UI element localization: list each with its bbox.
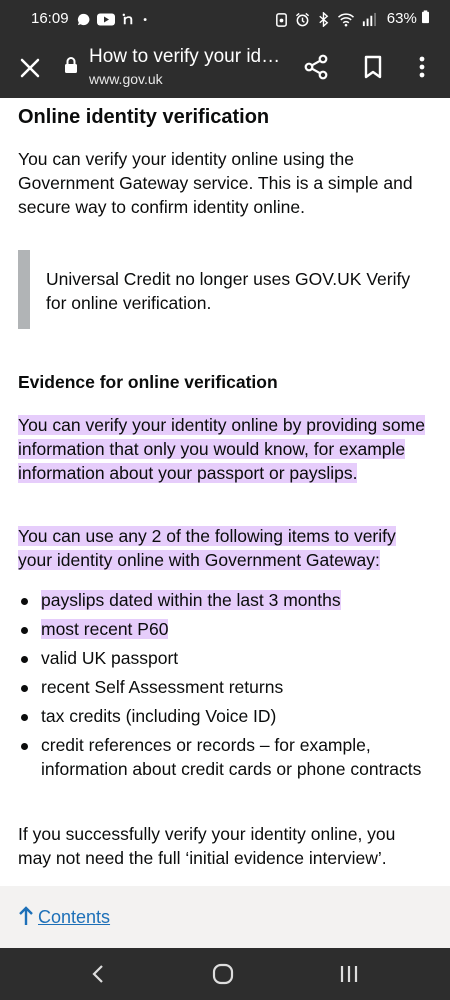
recents-icon[interactable]: [338, 963, 360, 985]
chat-bubble-icon: [77, 13, 90, 26]
highlighted-text: You can verify your identity online by p…: [18, 415, 425, 483]
battery-percent: 63%: [386, 10, 417, 27]
list-item: valid UK passport: [18, 647, 428, 671]
list-item: payslips dated within the last 3 months: [18, 589, 428, 613]
subsection-heading: Evidence for online verification: [18, 372, 278, 392]
alarm-lock-icon: [276, 13, 287, 27]
youtube-icon: [97, 13, 115, 26]
list-item: tax credits (including Voice ID): [18, 705, 428, 729]
highlighted-text: most recent P60: [41, 619, 169, 639]
list-item: recent Self Assessment returns: [18, 676, 428, 700]
system-icons: [274, 12, 376, 27]
dot-icon: [143, 18, 147, 21]
list-item: most recent P60: [18, 618, 428, 642]
lock-icon: [65, 57, 77, 73]
bookmark-icon[interactable]: [361, 54, 385, 80]
close-icon[interactable]: [18, 56, 42, 80]
outro-paragraph: If you successfully verify your identity…: [18, 824, 396, 868]
items-intro-paragraph: You can use any 2 of the following items…: [18, 524, 428, 572]
signal-icon: [362, 12, 376, 27]
section-heading: Online identity verification: [18, 106, 270, 128]
evidence-paragraph: You can verify your identity online by p…: [18, 413, 428, 485]
share-icon[interactable]: [303, 54, 329, 80]
browser-toolbar: How to verify your identity www.gov.uk: [0, 40, 450, 98]
more-menu-icon[interactable]: [412, 54, 432, 80]
bluetooth-icon: [319, 12, 329, 27]
inset-notice: Universal Credit no longer uses GOV.UK V…: [18, 250, 430, 329]
page-title[interactable]: How to verify your identity: [89, 46, 284, 68]
back-icon[interactable]: [88, 962, 108, 986]
arrow-up-icon: [19, 906, 33, 925]
list-item: credit references or records – for examp…: [18, 734, 428, 781]
app-n-icon: [122, 13, 133, 25]
contents-link[interactable]: Contents: [38, 907, 110, 928]
wifi-icon: [337, 13, 355, 27]
status-time: 16:09: [31, 10, 69, 27]
alarm-icon: [295, 12, 310, 27]
evidence-list: payslips dated within the last 3 months …: [18, 589, 428, 787]
inset-text: Universal Credit no longer uses GOV.UK V…: [46, 269, 411, 313]
system-nav-bar: [0, 948, 450, 1000]
battery-icon: [422, 10, 429, 24]
status-bar: 16:09 63%: [0, 0, 450, 40]
intro-paragraph: You can verify your identity online usin…: [18, 149, 413, 217]
home-icon[interactable]: [212, 963, 234, 985]
battery-level: 63%: [387, 10, 430, 27]
page-url[interactable]: www.gov.uk: [89, 71, 163, 87]
notification-icons: [76, 12, 152, 27]
highlighted-text: payslips dated within the last 3 months: [41, 590, 341, 610]
contents-footer: Contents: [0, 886, 450, 948]
highlighted-text: You can use any 2 of the following items…: [18, 526, 396, 570]
